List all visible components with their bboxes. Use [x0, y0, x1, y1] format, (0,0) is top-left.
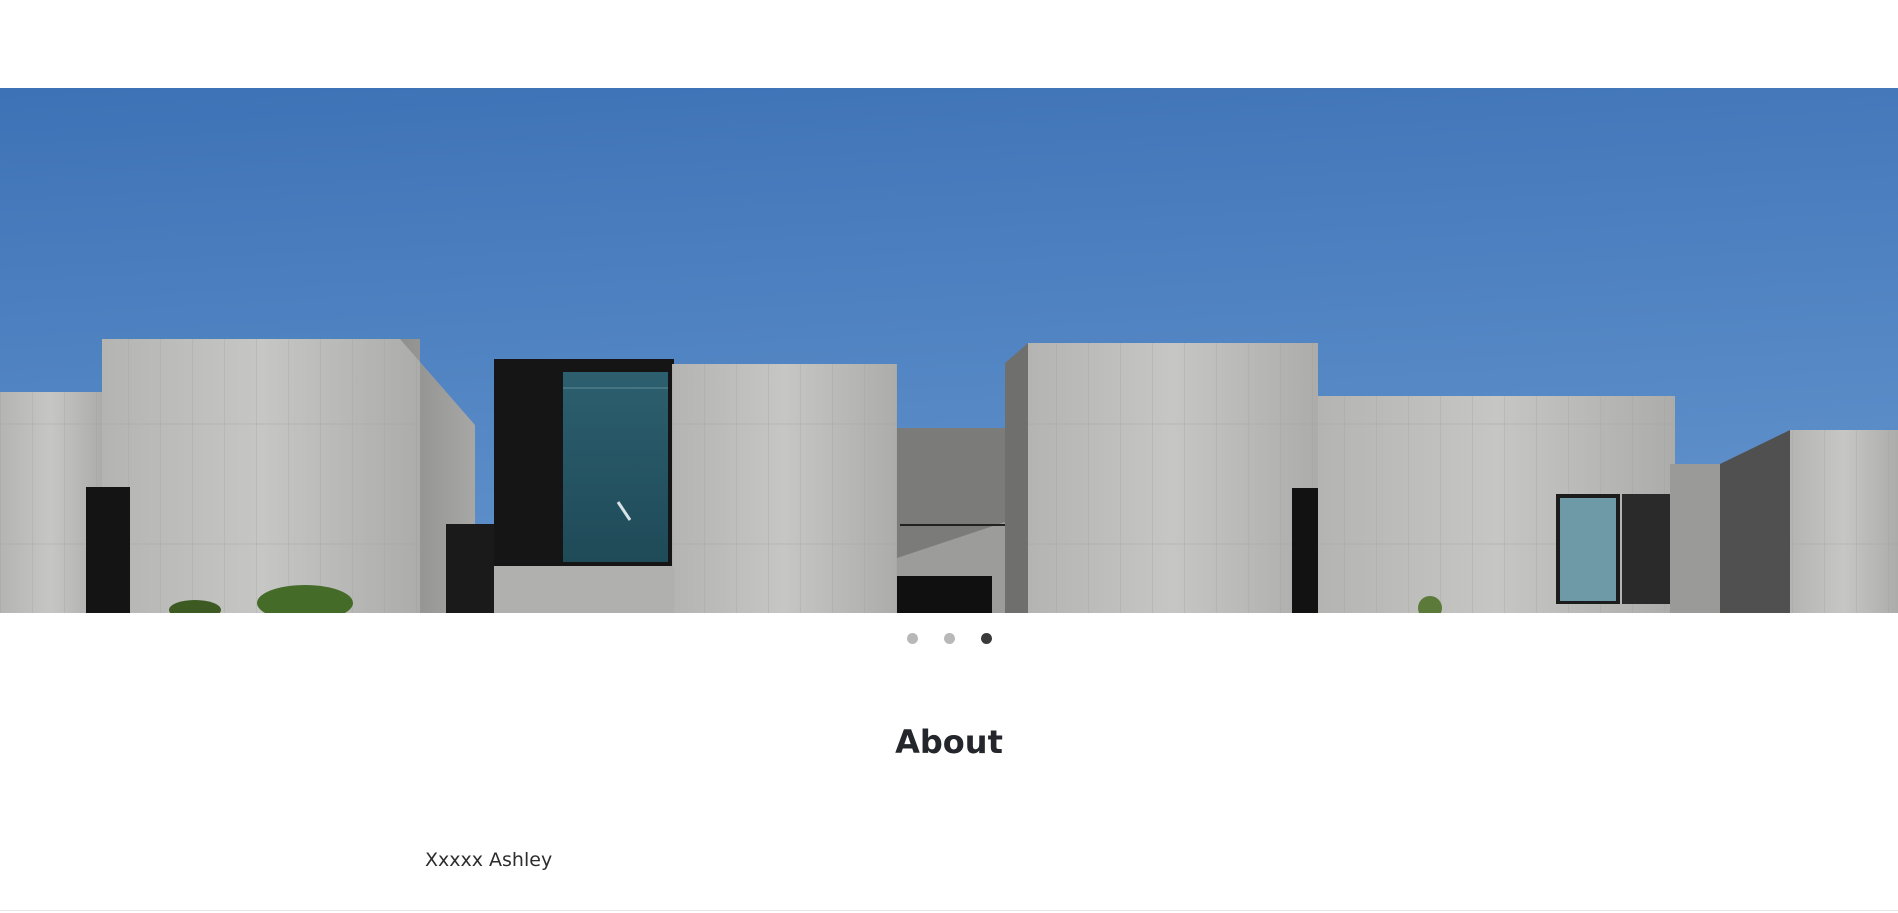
- carousel-dot-1[interactable]: [906, 633, 918, 644]
- about-heading: About: [895, 723, 1003, 761]
- hero-image: [0, 88, 1898, 613]
- author-name: Xxxxx Ashley: [425, 849, 553, 871]
- carousel-indicators: [0, 633, 1898, 647]
- divider: [0, 910, 1898, 911]
- hero-carousel[interactable]: [0, 88, 1898, 613]
- carousel-dot-3[interactable]: [980, 633, 992, 644]
- site-header: [0, 0, 1898, 88]
- carousel-dot-2[interactable]: [943, 633, 955, 644]
